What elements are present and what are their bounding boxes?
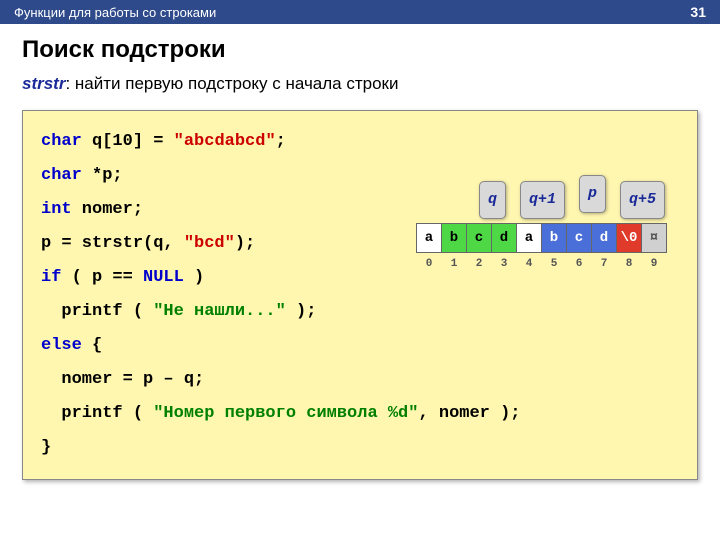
code-line-8: nomer = p – q; xyxy=(41,363,679,397)
tag-q5: q+5 xyxy=(620,181,665,219)
cell-1: b xyxy=(442,224,467,253)
cell-9: ¤ xyxy=(642,224,667,253)
cell-8: \0 xyxy=(617,224,642,253)
pointer-tags: q q+1 p q+5 xyxy=(479,181,665,219)
subtitle: strstr: найти первую подстроку с начала … xyxy=(0,70,720,104)
cell-4: a xyxy=(517,224,542,253)
code-line-9: printf ( "Номер первого символа %d", nom… xyxy=(41,397,679,431)
cell-5: b xyxy=(542,224,567,253)
code-line-10: } xyxy=(41,431,679,465)
subtitle-keyword: strstr xyxy=(22,74,65,93)
subtitle-text: : найти первую подстроку с начала строки xyxy=(65,74,398,93)
code-line-6: printf ( "Не нашли..." ); xyxy=(41,295,679,329)
page-title: Поиск подстроки xyxy=(0,24,720,70)
code-line-7: else { xyxy=(41,329,679,363)
code-block: q q+1 p q+5 a b c d a b c d \0 ¤ 0 1 2 3… xyxy=(22,110,698,480)
memory-indices: 0 1 2 3 4 5 6 7 8 9 xyxy=(417,253,667,276)
tag-p: p xyxy=(579,175,606,213)
code-line-1: char q[10] = "abcdabcd"; xyxy=(41,125,679,159)
tag-q: q xyxy=(479,181,506,219)
section-label: Функции для работы со строками xyxy=(14,5,216,20)
cell-6: c xyxy=(567,224,592,253)
memory-cells: a b c d a b c d \0 ¤ xyxy=(417,224,667,253)
cell-3: d xyxy=(492,224,517,253)
tag-q1: q+1 xyxy=(520,181,565,219)
cell-2: c xyxy=(467,224,492,253)
cell-7: d xyxy=(592,224,617,253)
page-number: 31 xyxy=(690,4,706,20)
memory-table: a b c d a b c d \0 ¤ 0 1 2 3 4 5 6 7 8 9 xyxy=(416,223,667,275)
header-bar: Функции для работы со строками 31 xyxy=(0,0,720,24)
cell-0: a xyxy=(417,224,442,253)
